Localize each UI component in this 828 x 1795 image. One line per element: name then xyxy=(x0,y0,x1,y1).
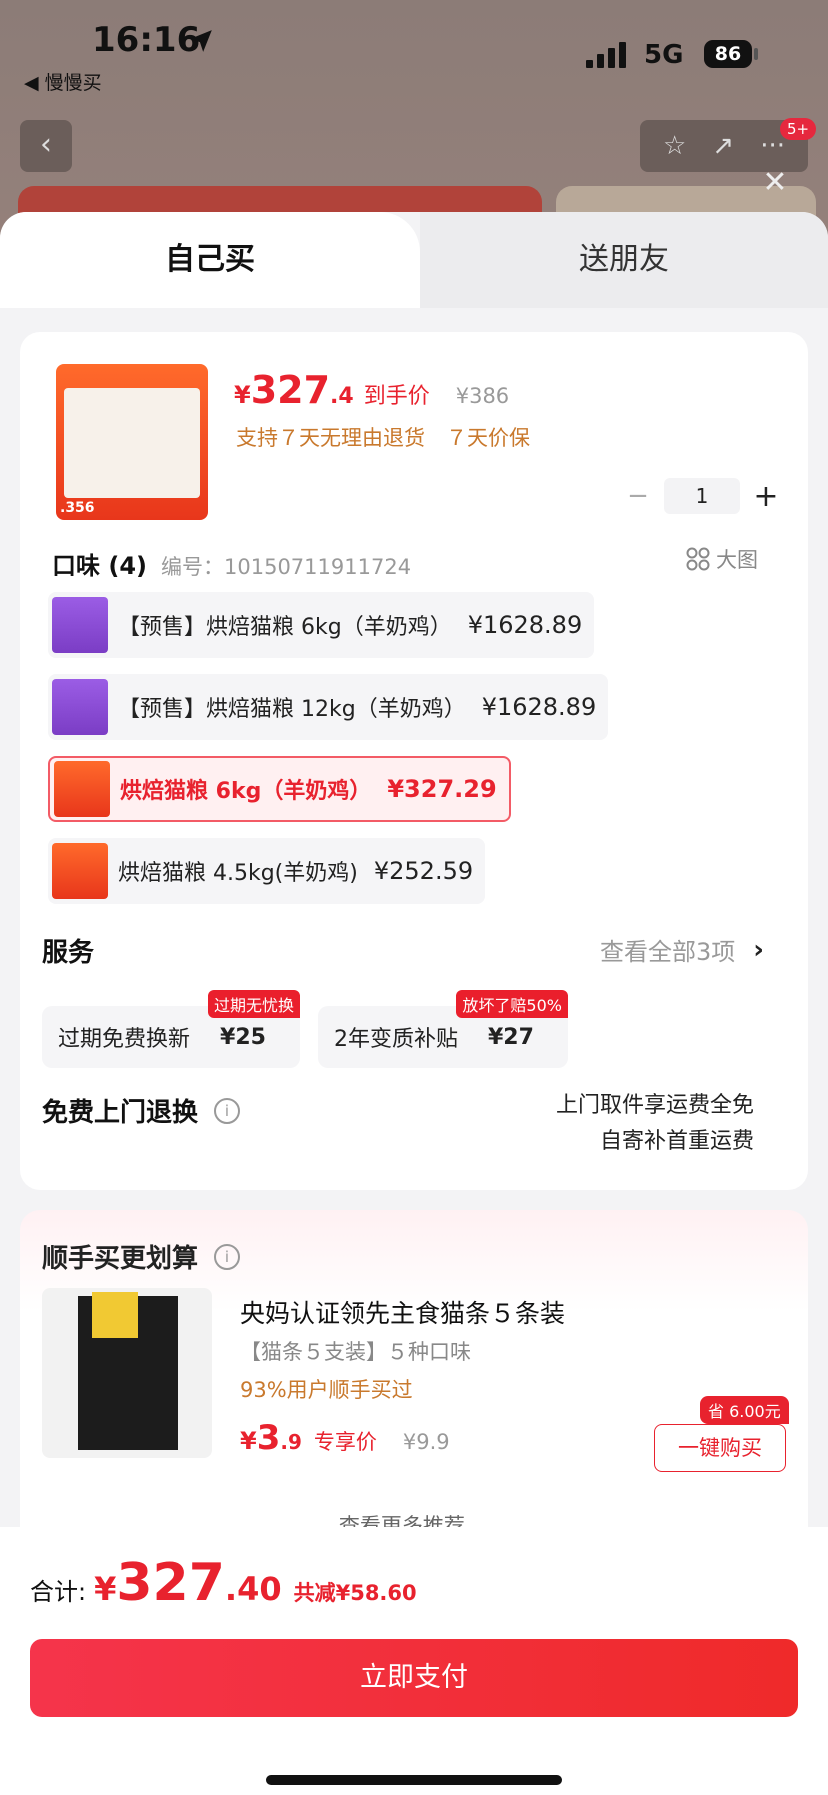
big-picture-label: 大图 xyxy=(716,548,758,572)
upsell-price-integer: 3 xyxy=(256,1418,281,1458)
option-thumbnail xyxy=(52,843,108,899)
quantity-stepper: − 1 + xyxy=(620,478,790,514)
home-indicator[interactable] xyxy=(266,1775,562,1785)
service-price: ¥27 xyxy=(488,1024,534,1050)
save-tag: 省 6.00元 xyxy=(700,1396,789,1424)
option-thumbnail xyxy=(54,761,110,817)
service-tag: 过期无忧换 xyxy=(207,990,300,1018)
free-return: 免费上门退换 i xyxy=(42,1092,241,1129)
star-icon: ☆ xyxy=(663,131,687,161)
product-code: 编号：10150711911724 xyxy=(161,555,412,579)
option-thumbnail xyxy=(52,597,108,653)
battery-icon: 86 xyxy=(704,40,752,68)
total-label: 合计: xyxy=(30,1578,87,1606)
price-row: ¥ 327 .4 到手价 ¥386 xyxy=(234,368,509,412)
option-thumbnail xyxy=(52,679,108,735)
upsell-original-price: ¥9.9 xyxy=(402,1430,450,1454)
flavor-header: 口味 (4) 编号：10150711911724 xyxy=(52,546,411,581)
price-label: 到手价 xyxy=(363,384,430,409)
status-time: 16:16 xyxy=(92,20,201,60)
option-name: 【预售】烘焙猫粮 12kg（羊奶鸡） xyxy=(118,697,466,722)
option-price: ¥252.59 xyxy=(373,857,474,885)
total-row: 合计: ¥ 327 .40 共减¥58.60 xyxy=(30,1553,417,1613)
signal-icon xyxy=(586,42,626,68)
upsell-price-label: 专享价 xyxy=(313,1430,377,1454)
price-decimal: .4 xyxy=(330,384,354,409)
service-promise: 支持７天无理由退货 ７天价保 xyxy=(236,426,530,450)
chevron-right-icon: › xyxy=(753,934,764,965)
flavor-option-selected[interactable]: 烘焙猫粮 6kg（羊奶鸡） ¥327.29 xyxy=(48,756,511,822)
total-integer: 327 xyxy=(116,1553,225,1613)
return-line-1: 上门取件享运费全免 xyxy=(555,1093,754,1118)
option-name: 烘焙猫粮 6kg（羊奶鸡） xyxy=(120,779,372,804)
currency-symbol: ¥ xyxy=(94,1570,117,1608)
tab-buy-self[interactable]: 自己买 xyxy=(0,212,420,308)
upsell-header: 顺手买更划算 i xyxy=(42,1238,241,1275)
share-icon: ↗ xyxy=(712,131,735,161)
return-line-2: 自寄补首重运费 xyxy=(599,1129,754,1154)
upsell-product-title[interactable]: 央妈认证领先主食猫条５条装 xyxy=(240,1294,565,1330)
original-price: ¥386 xyxy=(455,384,510,408)
thumbnail-price-tag: .356 xyxy=(60,500,95,516)
big-picture-button[interactable]: 大图 xyxy=(686,544,758,574)
total-saved: 共减¥58.60 xyxy=(293,1581,417,1605)
view-all-label: 查看全部3项 xyxy=(600,938,736,966)
status-bar: 16:16 ◀ 慢慢买 5G 86 xyxy=(0,0,828,110)
price-integer: 327 xyxy=(250,368,331,412)
info-icon[interactable]: i xyxy=(214,1243,241,1270)
option-price: ¥327.29 xyxy=(387,775,497,803)
info-icon[interactable]: i xyxy=(214,1097,241,1124)
upsell-price-decimal: .9 xyxy=(280,1430,302,1454)
close-icon[interactable]: ✕ xyxy=(760,168,790,198)
upsell-title: 顺手买更划算 xyxy=(42,1244,199,1274)
flavor-option[interactable]: 【预售】烘焙猫粮 12kg（羊奶鸡） ¥1628.89 xyxy=(48,674,609,740)
option-price: ¥1628.89 xyxy=(481,693,597,721)
quantity-field[interactable]: 1 xyxy=(664,478,740,514)
increase-button[interactable]: + xyxy=(748,479,784,514)
pay-now-button[interactable]: 立即支付 xyxy=(30,1639,798,1717)
grid-icon xyxy=(686,547,710,571)
product-card: .356 ¥ 327 .4 到手价 ¥386 支持７天无理由退货 ７天价保 − … xyxy=(20,332,808,1190)
checkout-footer: 合计: ¥ 327 .40 共减¥58.60 立即支付 xyxy=(0,1527,828,1795)
location-arrow-icon xyxy=(190,30,212,52)
option-name: 烘焙猫粮 4.5kg(羊奶鸡) xyxy=(118,861,358,886)
service-option[interactable]: 过期免费换新 ¥25 过期无忧换 xyxy=(42,990,300,1068)
upsell-thumbnail[interactable] xyxy=(42,1288,212,1458)
product-thumbnail-art xyxy=(64,388,200,498)
total-decimal: .40 xyxy=(224,1570,282,1608)
upsell-bought-rate: 93%用户顺手买过 xyxy=(240,1378,413,1402)
return-details: 上门取件享运费全免 自寄补首重运费 xyxy=(556,1088,754,1160)
service-name: 过期免费换新 xyxy=(58,1027,191,1052)
upsell-subtitle: 【猫条５支装】５种口味 xyxy=(240,1340,471,1364)
product-thumbnail[interactable]: .356 xyxy=(56,364,208,520)
flavor-option[interactable]: 烘焙猫粮 4.5kg(羊奶鸡) ¥252.59 xyxy=(48,838,486,904)
flavor-option[interactable]: 【预售】烘焙猫粮 6kg（羊奶鸡） ¥1628.89 xyxy=(48,592,595,658)
back-to-app-link[interactable]: ◀ 慢慢买 xyxy=(24,68,102,95)
background-back-icon: ‹ xyxy=(20,120,72,172)
one-click-buy-button[interactable]: 一键购买 xyxy=(654,1424,786,1472)
view-all-services[interactable]: 查看全部3项 › xyxy=(600,932,764,967)
option-price: ¥1628.89 xyxy=(467,611,583,639)
upsell-pack-label xyxy=(92,1292,138,1338)
network-type: 5G xyxy=(644,40,684,70)
service-name: 2年变质补贴 xyxy=(334,1027,458,1052)
currency-symbol: ¥ xyxy=(240,1427,257,1455)
flavor-title: 口味 (4) xyxy=(52,552,147,580)
option-name: 【预售】烘焙猫粮 6kg（羊奶鸡） xyxy=(118,615,452,640)
message-badge: 5+ xyxy=(780,118,817,140)
tab-gift-friend[interactable]: 送朋友 xyxy=(420,212,828,308)
battery-tip xyxy=(754,48,758,60)
decrease-button[interactable]: − xyxy=(620,481,656,511)
service-price: ¥25 xyxy=(220,1024,266,1050)
upsell-card: 顺手买更划算 i 央妈认证领先主食猫条５条装 【猫条５支装】５种口味 93%用户… xyxy=(20,1210,808,1550)
services-title: 服务 xyxy=(42,938,95,968)
purchase-tabs: 自己买 送朋友 xyxy=(0,212,828,308)
free-return-label: 免费上门退换 xyxy=(42,1098,199,1128)
currency-symbol: ¥ xyxy=(234,381,251,409)
service-option[interactable]: 2年变质补贴 ¥27 放坏了赔50% xyxy=(318,990,568,1068)
upsell-price-row: ¥ 3 .9 专享价 ¥9.9 xyxy=(240,1418,450,1458)
service-tag: 放坏了赔50% xyxy=(456,990,568,1018)
